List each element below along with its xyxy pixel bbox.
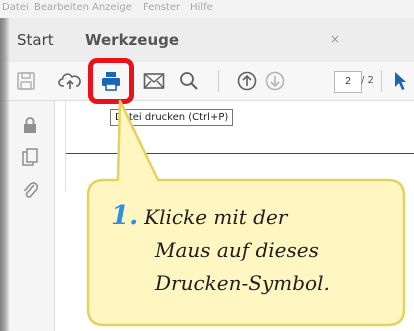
- callout-line-1: 1. Klicke mit der: [111, 201, 288, 231]
- acrobat-window: Datei Bearbeiten Anzeige Fenster Hilfe S…: [0, 0, 414, 331]
- step-number: 1.: [111, 201, 139, 231]
- callout-text: 1. Klicke mit der Maus auf dieses Drucken…: [111, 200, 391, 300]
- callout-line-2: Maus auf dieses: [155, 238, 319, 262]
- callout-line-3: Drucken-Symbol.: [155, 271, 330, 295]
